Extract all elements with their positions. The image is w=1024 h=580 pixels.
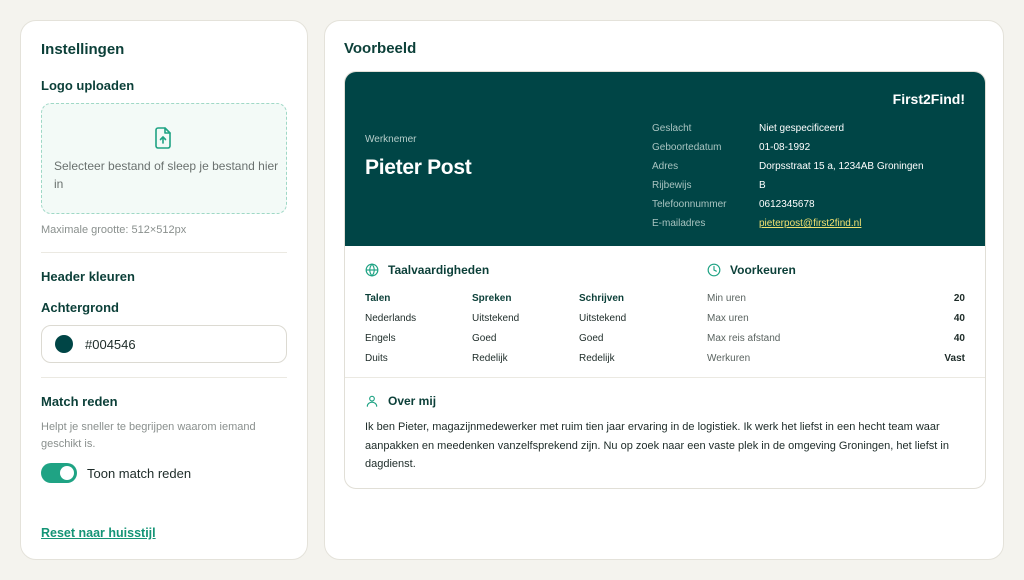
divider: [41, 377, 287, 378]
logo-upload-label: Logo uploaden: [41, 78, 135, 93]
fact-row: Adres Dorpsstraat 15 a, 1234AB Groningen: [652, 157, 924, 176]
pref-value: 20: [953, 292, 965, 304]
list-item: Min uren 20: [707, 288, 965, 308]
logo-dropzone[interactable]: Selecteer bestand of sleep je bestand hi…: [41, 103, 287, 214]
match-reason-description: Helpt je sneller te begrijpen waarom iem…: [41, 421, 256, 450]
table-cell: Goed: [579, 332, 604, 344]
preview-panel: Voorbeeld First2Find! Werknemer Pieter P…: [324, 20, 1004, 560]
clock-icon: [707, 263, 721, 277]
table-cell: Engels: [365, 332, 396, 344]
table-cell: Redelijk: [472, 352, 508, 364]
user-icon: [366, 395, 378, 407]
table-row: Duits Redelijk Redelijk: [365, 348, 686, 368]
background-color-field[interactable]: #004546: [41, 325, 287, 363]
table-cell: Nederlands: [365, 312, 417, 324]
match-reason-toggle-row: Toon match reden: [41, 463, 287, 483]
header-colors-title: Header kleuren: [41, 269, 135, 284]
fact-value: Dorpsstraat 15 a, 1234AB Groningen: [759, 161, 924, 172]
column-header: Talen: [365, 292, 391, 304]
pref-label: Max reis afstand: [707, 332, 781, 344]
candidate-name: Pieter Post: [365, 156, 472, 179]
dropzone-text: Selecteer bestand of sleep je bestand hi…: [54, 159, 279, 191]
skills-preferences-section: Taalvaardigheden Talen Spreken Schrijven…: [345, 246, 985, 378]
candidate-role: Werknemer: [365, 134, 417, 145]
match-reason-toggle-label: Toon match reden: [87, 465, 192, 481]
table-cell: Uitstekend: [579, 312, 627, 324]
toggle-knob: [60, 466, 74, 480]
fact-label: Rijbewijs: [652, 180, 692, 191]
fact-label: E-mailadres: [652, 218, 706, 229]
table-row: Engels Goed Goed: [365, 328, 686, 348]
file-upload-icon: [155, 127, 171, 149]
about-title: Over mij: [388, 394, 437, 408]
column-header: Spreken: [472, 292, 512, 304]
candidate-facts: Geslacht Niet gespecificeerd Geboortedatu…: [652, 119, 924, 233]
about-heading: Over mij: [365, 394, 436, 408]
fact-row: Geslacht Niet gespecificeerd: [652, 119, 924, 138]
preferences-list: Min uren 20 Max uren 40 Max reis afstand 40…: [707, 288, 965, 368]
settings-panel: Instellingen Logo uploaden Selecteer bes…: [20, 20, 308, 560]
preferences-title: Voorkeuren: [730, 263, 796, 277]
fact-row: Telefoonnummer 0612345678: [652, 195, 924, 214]
fact-value: 01-08-1992: [759, 142, 811, 153]
list-item: Max reis afstand 40: [707, 328, 965, 348]
pref-value: 40: [953, 332, 965, 344]
fact-value: Niet gespecificeerd: [759, 123, 845, 134]
fact-label: Telefoonnummer: [652, 199, 727, 210]
languages-table: Talen Spreken Schrijven Nederlands Uitst…: [365, 288, 686, 368]
pref-value: 40: [953, 312, 965, 324]
table-cell: Duits: [365, 352, 388, 364]
fact-row: Rijbewijs B: [652, 176, 924, 195]
table-row: Nederlands Uitstekend Uitstekend: [365, 308, 686, 328]
languages-heading: Taalvaardigheden: [365, 263, 489, 277]
pref-label: Max uren: [707, 312, 749, 324]
pref-value: Vast: [944, 352, 965, 364]
list-item: Max uren 40: [707, 308, 965, 328]
fact-row: E-mailadres pieterpost@first2find.nl: [652, 214, 924, 233]
preview-title: Voorbeeld: [344, 40, 417, 57]
candidate-card: First2Find! Werknemer Pieter Post Geslac…: [344, 71, 986, 489]
pref-label: Werkuren: [707, 352, 751, 364]
column-header: Schrijven: [579, 292, 625, 304]
reset-house-style-link[interactable]: Reset naar huisstijl: [41, 526, 156, 540]
background-color-value: #004546: [85, 336, 136, 352]
fact-label: Adres: [652, 161, 679, 172]
upload-size-hint: Maximale grootte: 512×512px: [41, 224, 187, 236]
table-cell: Goed: [472, 332, 497, 344]
globe-icon: [365, 263, 379, 277]
about-text: Ik ben Pieter, magazijnmedewerker met ru…: [365, 421, 949, 470]
fact-value: 0612345678: [759, 199, 815, 210]
brand-logo-text: First2Find!: [892, 91, 965, 107]
table-cell: Uitstekend: [472, 312, 520, 324]
fact-row: Geboortedatum 01-08-1992: [652, 138, 924, 157]
color-swatch[interactable]: [55, 335, 73, 353]
divider: [41, 252, 287, 253]
settings-title: Instellingen: [41, 41, 125, 58]
pref-label: Min uren: [707, 292, 746, 304]
card-header: First2Find! Werknemer Pieter Post Geslac…: [345, 72, 985, 246]
list-item: Werkuren Vast: [707, 348, 965, 368]
match-reason-title: Match reden: [41, 394, 118, 409]
fact-value: B: [759, 180, 766, 191]
languages-header-row: Talen Spreken Schrijven: [365, 288, 686, 308]
preferences-heading: Voorkeuren: [707, 263, 796, 277]
table-cell: Redelijk: [579, 352, 615, 364]
background-label: Achtergrond: [41, 300, 119, 315]
email-link[interactable]: pieterpost@first2find.nl: [759, 218, 861, 229]
fact-label: Geslacht: [652, 123, 692, 134]
languages-title: Taalvaardigheden: [388, 263, 490, 277]
fact-label: Geboortedatum: [652, 142, 722, 153]
match-reason-toggle[interactable]: [41, 463, 77, 483]
